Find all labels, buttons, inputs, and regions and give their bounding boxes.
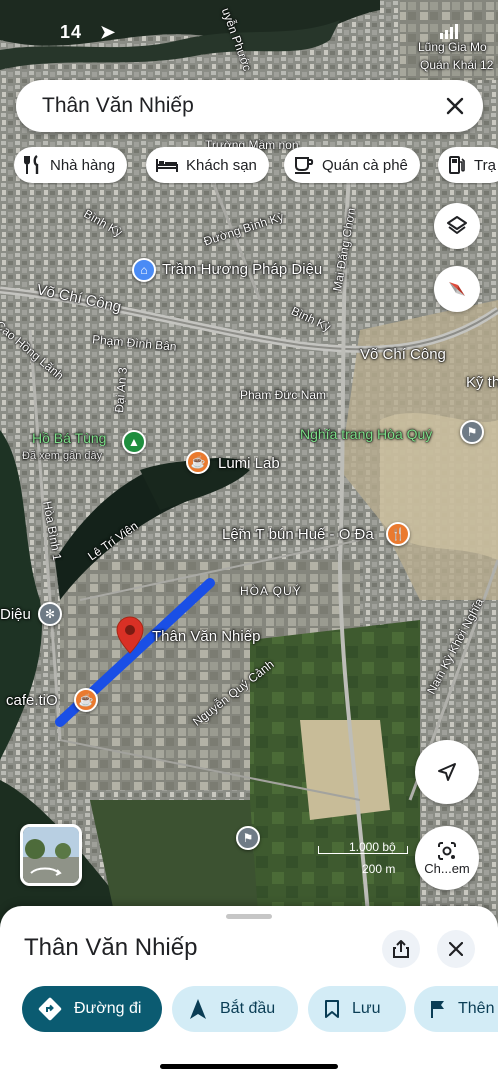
signal-icon [440,24,458,39]
lens-button[interactable]: Ch...em [415,826,479,890]
chip-label: Nhà hàng [50,156,116,174]
chip-cafes[interactable]: Quán cà phê [284,147,420,183]
place-bottom-sheet[interactable]: Thân Văn Nhiếp Đường đi Bắt đầu Lưu Thên [0,906,498,1080]
scale-feet: 1.000 bộ [349,840,396,854]
poi-label-dieu[interactable]: Diệu [0,606,31,623]
poi-label-bun-hue[interactable]: Lệ̃m Ƭ bún Huế - O Đa [222,526,374,543]
directions-icon [38,997,62,1021]
poi-label-nghia-trang[interactable]: Nghĩa trang Hòa Quý [300,426,432,442]
directions-button[interactable]: Đường đi [22,986,162,1032]
action-buttons: Đường đi Bắt đầu Lưu Thên [22,986,498,1032]
map-view[interactable]: 14 ➤ uyễn Phước Lũng Gia Mo Quán Khái 12… [0,0,498,940]
pin-label: Thân Văn Nhiếp [152,628,261,645]
poi-sublabel-recent: Đã xem gần đây [22,450,103,462]
restaurant-poi-icon[interactable]: 🍴 [386,522,410,546]
poi-label-tram-huong[interactable]: Trầm Hương Pháp Diệu [162,261,322,278]
drag-handle[interactable] [226,914,272,919]
chip-label: Khách sạn [186,156,257,174]
compass-button[interactable] [434,266,480,312]
start-button[interactable]: Bắt đầu [172,986,298,1032]
location-arrow-icon: ➤ [100,22,116,42]
park-poi-icon[interactable]: ▲ [122,430,146,454]
map-label-street: Võ Chí Công [360,346,446,363]
bed-icon [156,159,178,172]
flag-icon [431,1001,444,1018]
save-button[interactable]: Lưu [308,986,406,1032]
close-sheet-button[interactable] [437,930,475,968]
status-time: 14 [60,22,83,42]
poi-label-cafe-tio[interactable]: cafe.tiO [6,692,58,709]
category-chips: Nhà hàng Khách sạn Quán cà phê Trạ [14,147,498,185]
poi-label-lumi-lab[interactable]: Lumi Lab [218,455,280,472]
lens-label: Ch...em [424,860,470,876]
fork-knife-icon [24,155,39,174]
map-label-district: HÒA QUÝ [240,584,302,598]
share-button[interactable] [382,930,420,968]
scale-meters: 200 m [362,862,396,876]
action-label: Đường đi [74,1000,142,1017]
camera-icon [438,841,456,860]
map-label-area: Lũng Gia Mo [418,40,487,54]
navigation-arrow-icon [190,999,206,1019]
layers-button[interactable] [434,203,480,249]
cemetery-poi-icon[interactable]: ⚑ [460,420,484,444]
status-icons [440,24,458,39]
cafe-poi-icon[interactable]: ☕ [186,450,210,474]
search-bar[interactable]: Thân Văn Nhiếp [16,80,483,132]
search-input[interactable]: Thân Văn Nhiếp [42,94,194,118]
fuel-pump-icon [449,156,465,174]
layers-icon [447,216,467,234]
action-label: Bắt đầu [220,1000,276,1017]
street-view-thumbnail[interactable] [20,824,82,886]
map-label-area: Quán Khái 12 [420,58,494,72]
settings-poi-icon[interactable]: ✻ [38,602,62,626]
location-pin-icon[interactable] [116,616,144,654]
close-icon [449,942,463,956]
add-label-button[interactable]: Thên [414,986,498,1032]
share-icon [393,940,409,958]
street-view-image [23,827,79,883]
compass-icon [449,282,465,296]
action-label: Thên [458,1000,495,1017]
place-title: Thân Văn Nhiếp [24,934,198,961]
cafe-poi-icon[interactable]: ☕ [74,688,98,712]
map-label-street: Phạm Đức Nam [240,388,327,402]
home-indicator [160,1064,338,1069]
bookmark-icon [325,1000,339,1018]
chip-label: Trạ [474,156,496,174]
map-scale: 1.000 bộ 200 m [318,840,408,876]
navigation-arrow-icon [438,763,456,781]
monument-poi-icon[interactable]: ⚑ [236,826,260,850]
chip-hotels[interactable]: Khách sạn [146,147,269,183]
chip-restaurants[interactable]: Nhà hàng [14,147,128,183]
temple-poi-icon[interactable]: ⌂ [132,258,156,282]
action-label: Lưu [352,1000,381,1017]
coffee-cup-icon [295,157,314,174]
close-icon[interactable] [441,92,469,120]
chip-gas-stations[interactable]: Trạ [438,147,498,183]
poi-label-ho-ba-tung[interactable]: Hồ Bá Tùng [32,430,106,446]
chip-label: Quán cà phê [322,156,408,174]
my-location-button[interactable] [415,740,479,804]
map-label-area: Kỹ th [466,374,498,391]
